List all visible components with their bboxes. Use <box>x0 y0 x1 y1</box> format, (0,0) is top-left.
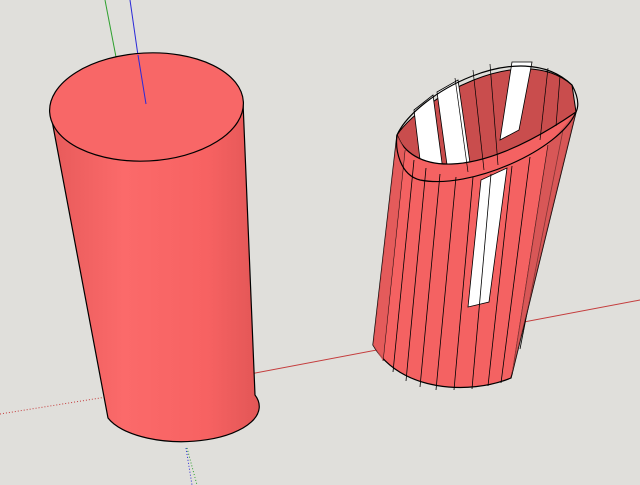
model-viewport[interactable] <box>0 0 640 485</box>
